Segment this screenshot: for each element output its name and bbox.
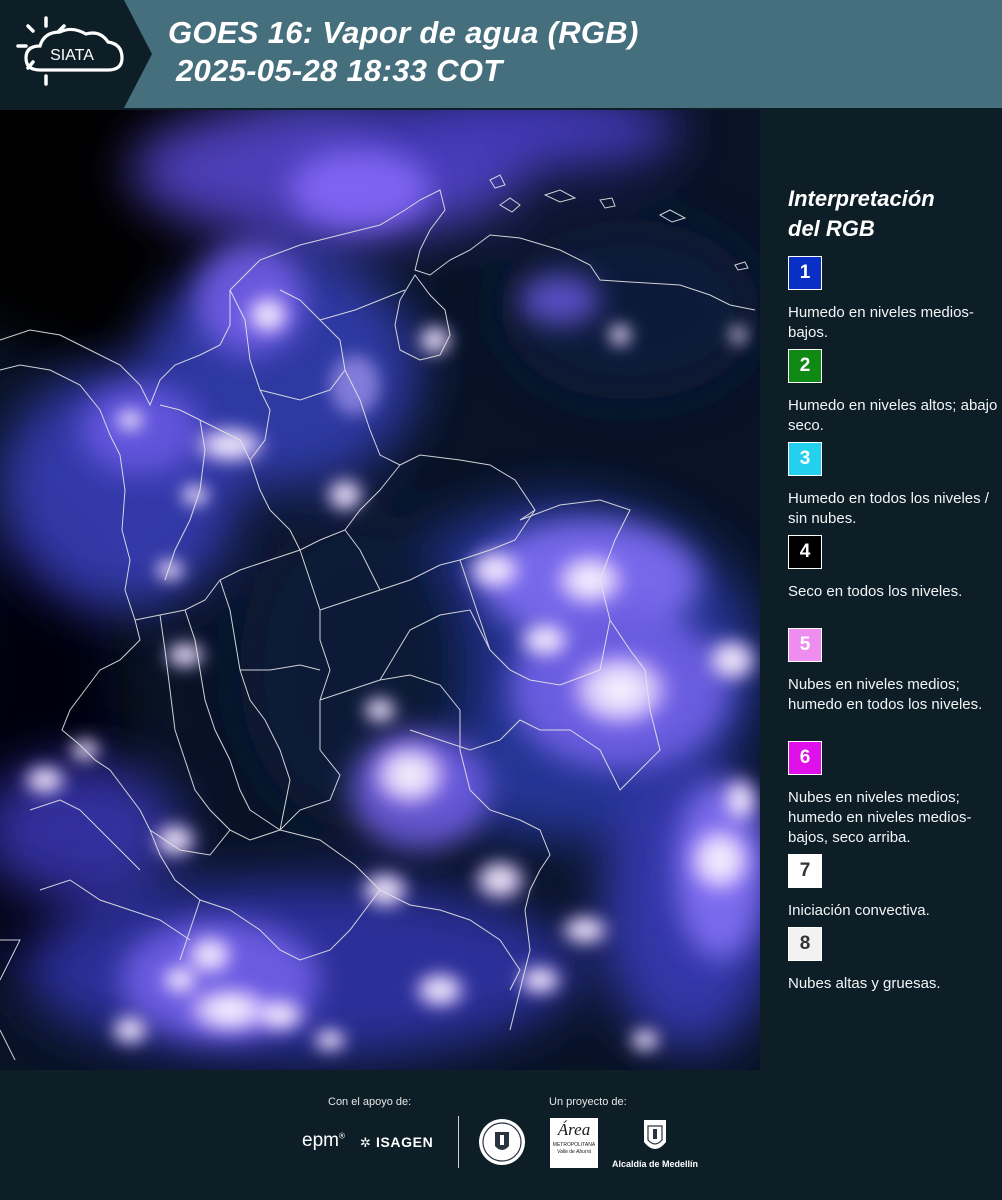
legend-item-5: 5 Nubes en niveles medios; humedo en tod… <box>788 628 998 715</box>
legend-item-1: 1 Humedo en niveles medios-bajos. <box>788 256 998 343</box>
page-title: GOES 16: Vapor de agua (RGB) 2025-05-28 … <box>168 14 639 90</box>
legend-swatch-4: 4 <box>788 535 822 569</box>
legend-description-1: Humedo en niveles medios-bajos. <box>788 304 974 341</box>
legend-panel: Interpretación del RGB 1 Humedo en nivel… <box>760 108 1002 1070</box>
legend-description-6: Nubes en niveles medios; humedo en nivel… <box>788 789 972 846</box>
legend-number-1: 1 <box>799 262 811 283</box>
legend-title: Interpretación del RGB <box>788 184 935 244</box>
legend-description-8: Nubes altas y gruesas. <box>788 975 941 992</box>
legend-swatch-5: 5 <box>788 628 822 662</box>
legend-number-4: 4 <box>799 541 811 562</box>
footer-divider <box>458 1116 459 1168</box>
legend-swatch-3: 3 <box>788 442 822 476</box>
legend-description-5: Nubes en niveles medios; humedo en todos… <box>788 676 983 713</box>
title-line-1: GOES 16: Vapor de agua (RGB) <box>168 15 639 50</box>
legend-swatch-2: 2 <box>788 349 822 383</box>
legend-item-7: 7 Iniciación convectiva. <box>788 854 998 921</box>
alcaldia-shield-icon <box>642 1118 668 1156</box>
area-metropolitana-logo: Área METROPOLITANA Valle de Aburrá <box>550 1118 598 1168</box>
legend-number-3: 3 <box>799 448 811 469</box>
legend-title-line-1: Interpretación <box>788 186 935 211</box>
legend-item-8: 8 Nubes altas y gruesas. <box>788 927 998 994</box>
legend-swatch-6: 6 <box>788 741 822 775</box>
isagen-leaf-icon: ✲ <box>360 1135 372 1150</box>
satellite-map[interactable] <box>0 110 760 1070</box>
legend-number-5: 5 <box>799 634 811 655</box>
legend-item-2: 2 Humedo en niveles altos; abajo seco. <box>788 349 998 436</box>
title-line-2: 2025-05-28 18:33 COT <box>176 53 503 88</box>
legend-description-2: Humedo en niveles altos; abajo seco. <box>788 397 998 434</box>
epm-logo-text: epm <box>302 1130 339 1151</box>
legend-description-7: Iniciación convectiva. <box>788 902 930 919</box>
legend-number-6: 6 <box>799 747 811 768</box>
legend-number-2: 2 <box>799 355 811 376</box>
isagen-logo: ✲ ISAGEN <box>360 1134 433 1151</box>
legend-swatch-1: 1 <box>788 256 822 290</box>
isagen-logo-text: ISAGEN <box>376 1134 434 1150</box>
legend-description-4: Seco en todos los niveles. <box>788 583 963 600</box>
legend-swatch-7: 7 <box>788 854 822 888</box>
epm-logo: epm® <box>302 1130 345 1151</box>
project-label: Un proyecto de: <box>549 1096 627 1108</box>
footer: Con el apoyo de: Un proyecto de: epm® ✲ … <box>0 1070 1002 1200</box>
legend-number-7: 7 <box>799 860 811 881</box>
support-label: Con el apoyo de: <box>328 1096 412 1108</box>
legend-number-8: 8 <box>799 933 811 954</box>
legend-swatch-8: 8 <box>788 927 822 961</box>
siata-logo: SIATA <box>0 0 152 108</box>
legend-description-3: Humedo en todos los niveles / sin nubes. <box>788 490 989 527</box>
legend-item-4: 4 Seco en todos los niveles. <box>788 535 998 602</box>
header-bar: SIATA GOES 16: Vapor de agua (RGB) 2025-… <box>0 0 1002 108</box>
area-logo-sub2: Valle de Aburrá <box>556 1149 592 1155</box>
legend-item-3: 3 Humedo en todos los niveles / sin nube… <box>788 442 998 529</box>
legend-title-line-2: del RGB <box>788 216 875 241</box>
alcaldia-logo-text: Alcaldía de Medellín <box>612 1159 699 1169</box>
svg-text:SIATA: SIATA <box>50 47 94 64</box>
university-seal-icon <box>478 1118 526 1166</box>
legend-item-6: 6 Nubes en niveles medios; humedo en niv… <box>788 741 998 848</box>
area-logo-sub1: METROPOLITANA <box>552 1142 596 1148</box>
area-logo-main: Área <box>557 1120 591 1139</box>
